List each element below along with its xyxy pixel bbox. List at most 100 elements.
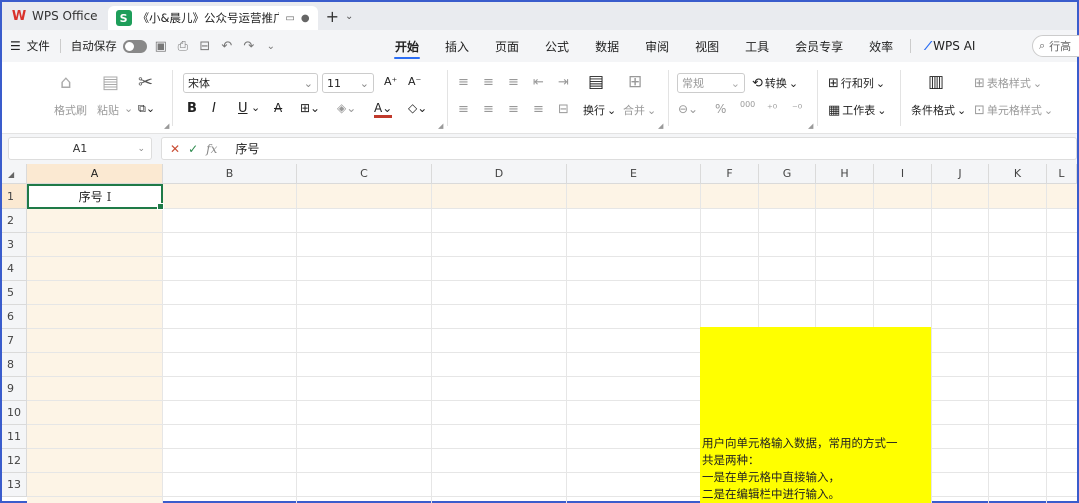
row-header-8[interactable]: 8 (2, 353, 27, 377)
merge-icon[interactable]: ⊞ (628, 72, 642, 92)
column-header-k[interactable]: K (989, 164, 1047, 184)
paste-dropdown-chevron-icon[interactable]: ⌄ (124, 102, 133, 115)
conditional-format-icon[interactable]: ▥ (928, 72, 944, 92)
align-left-icon[interactable]: ≡ (458, 102, 469, 117)
close-dot-icon[interactable]: ● (301, 13, 310, 24)
worksheet-button[interactable]: ▦ 工作表 ⌄ (828, 102, 887, 118)
column-header-f[interactable]: F (701, 164, 759, 184)
row-header-12[interactable]: 12 (2, 449, 27, 473)
bold-button[interactable]: B (187, 101, 197, 116)
group-expand-icon[interactable]: ◢ (808, 122, 813, 130)
tab-view[interactable]: 视图 (682, 30, 732, 62)
tab-list-chevron-icon[interactable]: ⌄ (345, 11, 353, 22)
decrease-decimal-icon[interactable]: ⁻⁰ (792, 102, 802, 115)
column-header-e[interactable]: E (567, 164, 701, 184)
tab-home[interactable]: 开始 (382, 30, 432, 62)
merge-button[interactable]: 合并 ⌄ (623, 102, 656, 118)
column-header-g[interactable]: G (759, 164, 816, 184)
row-header-1[interactable]: 1 (2, 184, 27, 209)
row-header-9[interactable]: 9 (2, 377, 27, 401)
group-expand-icon[interactable]: ◢ (164, 122, 169, 130)
font-size-select[interactable]: 11 ⌄ (322, 73, 374, 93)
clear-format-icon[interactable]: ◇⌄ (408, 101, 427, 115)
wps-home-tab[interactable]: W WPS Office (2, 2, 108, 30)
redo-icon[interactable]: ↷ (241, 39, 257, 54)
file-menu[interactable]: 文件 (27, 38, 50, 54)
currency-icon[interactable]: ⊖⌄ (678, 102, 698, 116)
align-right-icon[interactable]: ≡ (508, 102, 519, 117)
strikethrough-icon[interactable]: A (274, 101, 282, 115)
format-painter-label[interactable]: 格式刷 (54, 102, 87, 118)
wps-ai-button[interactable]: ⁄ WPS AI (915, 39, 987, 53)
column-header-b[interactable]: B (163, 164, 297, 184)
column-header-c[interactable]: C (297, 164, 432, 184)
fill-color-icon[interactable]: ◈⌄ (337, 101, 356, 115)
tab-member[interactable]: 会员专享 (782, 30, 856, 62)
row-header-5[interactable]: 5 (2, 281, 27, 305)
align-middle-icon[interactable]: ≡ (483, 75, 494, 90)
row-header-2[interactable]: 2 (2, 209, 27, 233)
select-all-corner[interactable]: ◢ (2, 164, 27, 184)
row-header-4[interactable]: 4 (2, 257, 27, 281)
fx-icon[interactable]: fx (206, 142, 217, 156)
new-tab-icon[interactable]: + (326, 7, 339, 26)
align-center-icon[interactable]: ≡ (483, 102, 494, 117)
column-header-l[interactable]: L (1047, 164, 1077, 184)
tab-formula[interactable]: 公式 (532, 30, 582, 62)
number-format-select[interactable]: 常规 ⌄ (677, 73, 745, 93)
thousands-button[interactable]: 000 (740, 100, 755, 109)
column-header-j[interactable]: J (932, 164, 989, 184)
tab-data[interactable]: 数据 (582, 30, 632, 62)
paste-icon[interactable]: ▤ (102, 72, 119, 93)
tab-insert[interactable]: 插入 (432, 30, 482, 62)
conditional-format-button[interactable]: 条件格式 ⌄ (911, 102, 966, 118)
undo-icon[interactable]: ↶ (219, 39, 235, 54)
increase-decimal-icon[interactable]: ⁺⁰ (767, 102, 777, 115)
wrap-button[interactable]: 换行 ⌄ (583, 102, 616, 118)
formula-input[interactable]: ✕ ✓ fx 序号 (161, 137, 1077, 160)
justify-icon[interactable]: ≡ (533, 102, 544, 117)
font-color-icon[interactable]: A⌄ (374, 101, 393, 118)
align-top-icon[interactable]: ≡ (458, 75, 469, 90)
copy-icon[interactable]: ⧉⌄ (138, 102, 155, 116)
group-expand-icon[interactable]: ◢ (658, 122, 663, 130)
wrap-icon[interactable]: ▤ (588, 72, 604, 92)
tab-tools[interactable]: 工具 (732, 30, 782, 62)
hamburger-icon[interactable]: ☰ (10, 39, 21, 53)
font-name-select[interactable]: 宋体 ⌄ (183, 73, 318, 93)
confirm-icon[interactable]: ✓ (188, 142, 198, 156)
tab-efficiency[interactable]: 效率 (856, 30, 906, 62)
row-header-6[interactable]: 6 (2, 305, 27, 329)
row-header-10[interactable]: 10 (2, 401, 27, 425)
monitor-icon[interactable]: ▭ (285, 13, 294, 24)
row-header-3[interactable]: 3 (2, 233, 27, 257)
more-chevron-icon[interactable]: ⌄ (263, 41, 279, 52)
decrease-font-icon[interactable]: A⁻ (408, 75, 421, 88)
cut-icon[interactable]: ✂ (138, 72, 153, 93)
decrease-indent-icon[interactable]: ⇤ (533, 75, 544, 90)
column-header-h[interactable]: H (816, 164, 874, 184)
italic-button[interactable]: I (212, 101, 216, 116)
search-input[interactable]: ⌕ 行高 (1032, 35, 1079, 57)
increase-font-icon[interactable]: A⁺ (384, 75, 397, 88)
active-cell-a1[interactable]: 序号 I (27, 184, 164, 210)
column-header-i[interactable]: I (874, 164, 932, 184)
borders-icon[interactable]: ⊞⌄ (300, 101, 320, 115)
yellow-text-note[interactable]: 用户向单元格输入数据，常用的方式一 共是两种： 一是在单元格中直接输入， 二是在… (700, 327, 931, 503)
tab-review[interactable]: 审阅 (632, 30, 682, 62)
paste-label[interactable]: 粘贴 (97, 102, 119, 118)
row-header-7[interactable]: 7 (2, 329, 27, 353)
name-box[interactable]: A1 ⌄ (8, 137, 152, 160)
increase-indent-icon[interactable]: ⇥ (558, 75, 569, 90)
column-header-a[interactable]: A (27, 164, 163, 184)
percent-button[interactable]: % (715, 102, 726, 116)
distributed-icon[interactable]: ⊟ (558, 102, 569, 117)
underline-button[interactable]: U (238, 101, 248, 116)
autosave-toggle[interactable] (122, 39, 147, 53)
print-preview-icon[interactable]: ⊟ (197, 39, 213, 54)
convert-button[interactable]: ⟲ 转换 ⌄ (752, 75, 798, 91)
cancel-icon[interactable]: ✕ (170, 142, 180, 156)
document-tab[interactable]: S 《小&晨儿》公众号运营推广 ▭ ● (107, 6, 318, 30)
chevron-down-icon[interactable]: ⌄ (137, 144, 145, 154)
table-style-button[interactable]: ⊞ 表格样式 ⌄ (974, 75, 1042, 91)
